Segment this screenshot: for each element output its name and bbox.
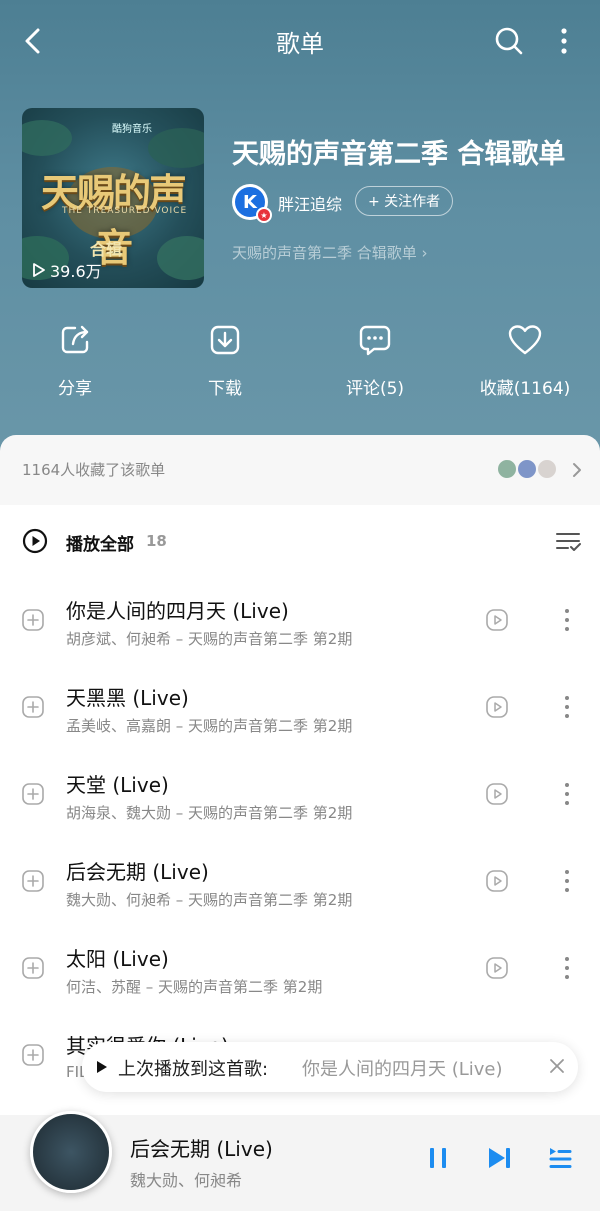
share-label: 分享 — [58, 379, 92, 399]
batch-manage-icon[interactable] — [555, 530, 581, 554]
collectors-text: 1164人收藏了该歌单 — [22, 461, 166, 479]
avatar — [496, 458, 518, 480]
playlist-title: 天赐的声音第二季 合辑歌单 — [232, 139, 566, 170]
close-icon[interactable] — [548, 1057, 566, 1075]
add-to-list-icon[interactable] — [22, 957, 44, 979]
song-meta: 何洁、苏醒 – 天赐的声音第二季 第2期 — [66, 978, 323, 996]
collect-label: 收藏(1164) — [479, 379, 571, 399]
mv-play-icon[interactable] — [486, 609, 508, 631]
collect-button[interactable]: 收藏(1164) — [450, 322, 600, 399]
now-playing-artist: 魏大勋、何昶希 — [130, 1171, 243, 1190]
cover-subtitle: THE TREASURED VOICE — [62, 206, 188, 216]
more-vertical-icon[interactable] — [560, 607, 574, 633]
play-all-row[interactable]: 播放全部 18 — [0, 518, 600, 566]
song-meta: 胡海泉、魏大勋 – 天赐的声音第二季 第2期 — [66, 804, 353, 822]
song-title: 天堂 (Live) — [66, 773, 169, 797]
play-circle-icon[interactable] — [22, 528, 48, 554]
verified-star-icon: ★ — [256, 207, 272, 223]
song-row[interactable]: 你是人间的四月天 (Live) 胡彦斌、何昶希 – 天赐的声音第二季 第2期 — [0, 583, 600, 669]
more-vertical-icon[interactable] — [560, 955, 574, 981]
avatar — [516, 458, 538, 480]
now-playing-title: 后会无期 (Live) — [130, 1137, 273, 1161]
more-vertical-icon[interactable] — [560, 694, 574, 720]
song-title: 太阳 (Live) — [66, 947, 169, 971]
mv-play-icon[interactable] — [486, 696, 508, 718]
author-avatar[interactable]: K ★ — [232, 184, 272, 223]
follow-author-button[interactable]: + 关注作者 — [355, 186, 454, 216]
resume-label: 上次播放到这首歌: — [118, 1059, 269, 1080]
song-title: 天黑黑 (Live) — [66, 686, 189, 710]
mv-play-icon[interactable] — [486, 783, 508, 805]
song-meta: 孟美岐、高嘉朗 – 天赐的声音第二季 第2期 — [66, 717, 353, 735]
more-vertical-icon[interactable] — [560, 868, 574, 894]
song-meta: 魏大勋、何昶希 – 天赐的声音第二季 第2期 — [66, 891, 353, 909]
song-count: 18 — [146, 532, 167, 550]
play-outline-icon — [33, 263, 45, 277]
collector-avatars — [496, 458, 566, 482]
song-row[interactable]: 后会无期 (Live) 魏大勋、何昶希 – 天赐的声音第二季 第2期 — [0, 844, 600, 930]
song-title: 后会无期 (Live) — [66, 860, 209, 884]
play-all-label[interactable]: 播放全部 — [66, 530, 134, 555]
chevron-right-icon — [573, 463, 581, 477]
collectors-bar[interactable]: 1164人收藏了该歌单 — [0, 435, 600, 505]
add-to-list-icon[interactable] — [22, 1044, 44, 1066]
download-icon — [210, 325, 240, 355]
add-to-list-icon[interactable] — [22, 696, 44, 718]
avatar — [536, 458, 558, 480]
add-to-list-icon[interactable] — [22, 609, 44, 631]
song-title: 你是人间的四月天 (Live) — [66, 599, 289, 623]
play-triangle-icon — [97, 1061, 107, 1073]
comment-label: 评论(5) — [345, 379, 405, 399]
download-button[interactable]: 下载 — [150, 322, 300, 399]
comment-button[interactable]: 评论(5) — [300, 322, 450, 399]
resume-song-name: 你是人间的四月天 (Live) — [302, 1059, 503, 1080]
search-icon[interactable] — [494, 26, 524, 56]
mv-play-icon[interactable] — [486, 957, 508, 979]
add-to-list-icon[interactable] — [22, 870, 44, 892]
song-row[interactable]: 天堂 (Live) 胡海泉、魏大勋 – 天赐的声音第二季 第2期 — [0, 757, 600, 843]
song-row[interactable]: 太阳 (Live) 何洁、苏醒 – 天赐的声音第二季 第2期 — [0, 931, 600, 1017]
next-track-icon[interactable] — [486, 1145, 512, 1171]
comment-icon — [359, 325, 391, 356]
playlist-description-link[interactable]: 天赐的声音第二季 合辑歌单 › — [232, 242, 428, 263]
pause-icon[interactable] — [426, 1145, 450, 1171]
cover-brand: 酷狗音乐 — [112, 124, 152, 135]
song-meta: 胡彦斌、何昶希 – 天赐的声音第二季 第2期 — [66, 630, 353, 648]
add-to-list-icon[interactable] — [22, 783, 44, 805]
download-label: 下载 — [208, 379, 242, 399]
heart-icon — [508, 325, 542, 355]
more-vertical-icon[interactable] — [552, 26, 576, 56]
more-vertical-icon[interactable] — [560, 781, 574, 807]
action-row: 分享 下载 评论(5) 收藏(1164) — [0, 322, 600, 402]
author-name[interactable]: 胖汪追综 — [278, 191, 342, 215]
top-bar: 歌单 — [0, 0, 600, 80]
cover-tag: 合辑 — [90, 240, 123, 259]
mini-player[interactable]: 后会无期 (Live) 魏大勋、何昶希 — [0, 1111, 600, 1211]
mv-play-icon[interactable] — [486, 870, 508, 892]
share-button[interactable]: 分享 — [0, 322, 150, 399]
share-icon — [61, 325, 89, 354]
play-count: 39.6万 — [32, 258, 102, 282]
song-row[interactable]: 天黑黑 (Live) 孟美岐、高嘉朗 – 天赐的声音第二季 第2期 — [0, 670, 600, 756]
now-playing-cover[interactable] — [30, 1111, 112, 1193]
play-count-value: 39.6万 — [50, 262, 102, 281]
resume-playback-tip[interactable]: 上次播放到这首歌: 你是人间的四月天 (Live) — [82, 1042, 578, 1092]
playlist-queue-icon[interactable] — [548, 1145, 572, 1171]
